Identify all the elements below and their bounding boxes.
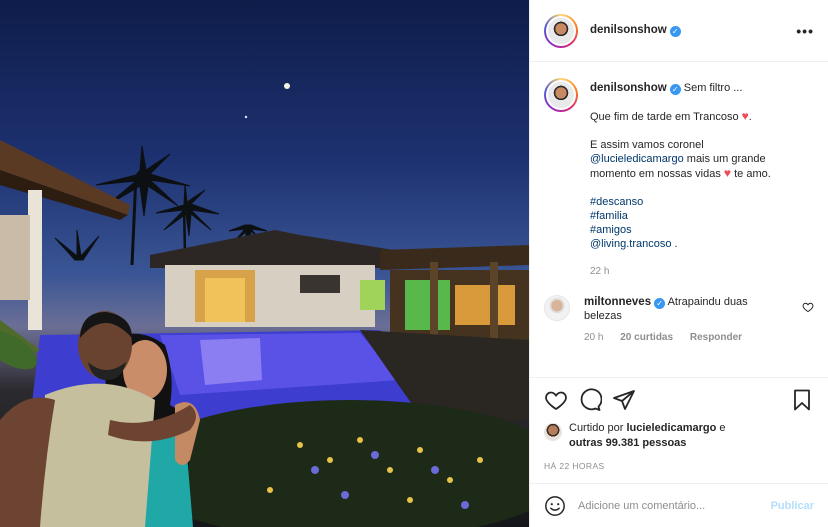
post-photo[interactable] (0, 0, 529, 527)
comment-like-heart-icon[interactable] (802, 301, 814, 313)
liker-username[interactable]: lucieledicamargo (626, 422, 716, 434)
instagram-post: denilsonshow ✓ ••• denilsonshow ✓ Sem filt… (0, 0, 828, 527)
reply-button[interactable]: Responder (690, 332, 742, 343)
comment-likes[interactable]: 20 curtidas (620, 332, 673, 343)
comment-time[interactable]: 20 h (584, 332, 603, 343)
comment-text: Atrapaindu duas (667, 296, 748, 308)
caption: denilsonshow ✓ Sem filtro ... Que fim de … (544, 78, 814, 279)
commenter-avatar[interactable] (544, 295, 570, 321)
heart-emoji-icon: ♥ (741, 109, 749, 123)
liker-avatar[interactable] (544, 423, 562, 441)
action-bar (530, 377, 828, 421)
commenter-username[interactable]: miltonneves (584, 296, 651, 308)
photo-scene (0, 83, 529, 527)
hashtag-link[interactable]: #amigos (590, 223, 771, 237)
comments-list: denilsonshow ✓ Sem filtro ... Que fim de … (530, 62, 828, 377)
author-name-wrap: denilsonshow ✓ (590, 24, 681, 37)
comment-body: miltonneves ✓ Atrapaindu duas belezas 20 … (584, 295, 784, 345)
likes-count-link[interactable]: outras 99.381 pessoas (569, 437, 686, 449)
caption-line: momento em nossas vidas ♥ te amo. (590, 166, 771, 180)
caption-timestamp[interactable]: 22 h (590, 265, 771, 279)
verified-badge-icon: ✓ (654, 298, 666, 309)
post-side-panel: denilsonshow ✓ ••• denilsonshow ✓ Sem filt… (529, 0, 828, 527)
comment-input[interactable] (578, 499, 771, 512)
caption-author-avatar[interactable] (544, 78, 578, 112)
caption-author-username[interactable]: denilsonshow (590, 82, 667, 94)
likes-summary: Curtido por lucieledicamargo e outras 99… (530, 421, 828, 459)
hashtag-link[interactable]: #familia (590, 209, 771, 223)
post-timestamp[interactable]: HÁ 22 HORAS (530, 459, 828, 483)
author-avatar[interactable] (544, 13, 578, 48)
verified-badge-icon: ✓ (669, 26, 681, 37)
caption-line: Que fim de tarde em Trancoso ♥. (590, 109, 752, 123)
post-header: denilsonshow ✓ ••• (530, 0, 828, 62)
heart-emoji-icon: ♥ (723, 166, 732, 180)
emoji-smiley-icon[interactable] (544, 495, 566, 517)
hashtag-link[interactable]: #descanso (590, 195, 771, 209)
comment-text-cont: belezas (584, 310, 622, 322)
comment-meta: 20 h 20 curtidas Responder (584, 331, 784, 345)
caption-text-first: Sem filtro ... (683, 82, 743, 94)
caption-line: E assim vamos coronel (590, 139, 704, 151)
share-send-icon[interactable] (612, 388, 636, 412)
verified-badge-icon: ✓ (669, 84, 681, 95)
caption-first-line: denilsonshow ✓ Sem filtro ... (590, 81, 771, 95)
more-options-icon[interactable]: ••• (796, 23, 814, 39)
comment-item: miltonneves ✓ Atrapaindu duas belezas 20 … (544, 295, 814, 345)
publish-button[interactable]: Publicar (771, 500, 814, 512)
save-bookmark-icon[interactable] (790, 388, 814, 412)
likes-text: Curtido por lucieledicamargo e outras 99… (569, 422, 726, 449)
like-heart-icon[interactable] (544, 388, 568, 412)
caption-line: @lucieledicamargo mais um grande (590, 153, 766, 165)
location-line: @living.trancoso . (590, 238, 678, 250)
comment-bubble-icon[interactable] (578, 387, 602, 412)
location-mention-link[interactable]: @living.trancoso (590, 238, 671, 250)
caption-body: denilsonshow ✓ Sem filtro ... Que fim de … (590, 78, 771, 279)
add-comment-bar: Publicar (530, 483, 828, 527)
mention-link[interactable]: @lucieledicamargo (590, 153, 684, 165)
author-username[interactable]: denilsonshow (590, 24, 667, 36)
